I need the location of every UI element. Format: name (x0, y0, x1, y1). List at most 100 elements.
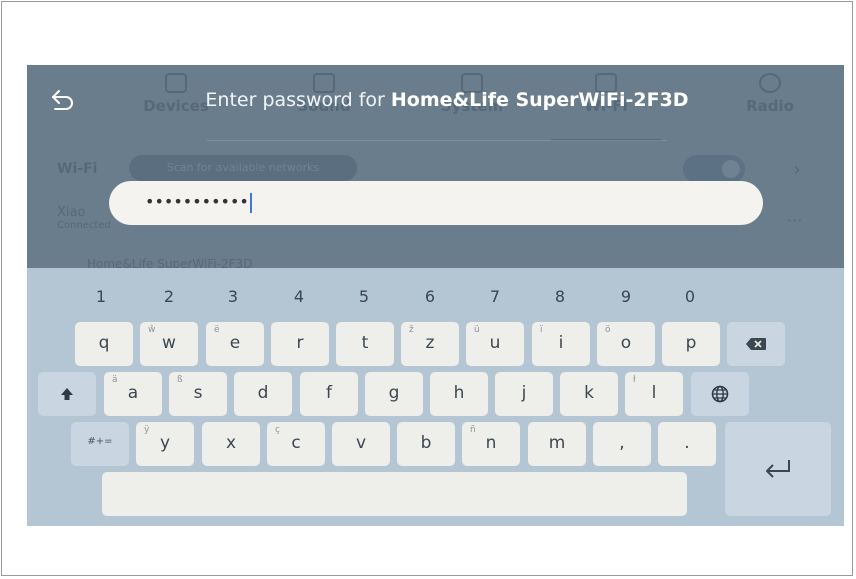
key-h[interactable]: h (430, 372, 488, 416)
backspace-icon (746, 338, 766, 350)
key-x[interactable]: x (202, 422, 260, 466)
key-label: f (326, 383, 332, 403)
key-label: m (548, 433, 566, 453)
number-5[interactable]: 5 (349, 287, 379, 306)
key-label: j (521, 383, 527, 403)
password-dots: ••••••••••• (145, 192, 249, 211)
number-7[interactable]: 7 (480, 287, 510, 306)
key-o[interactable]: öo (597, 322, 655, 366)
title-divider (207, 140, 667, 141)
text-caret (249, 192, 252, 213)
key-e[interactable]: ëe (206, 322, 264, 366)
key-label: o (620, 333, 632, 353)
key-i[interactable]: ïi (532, 322, 590, 366)
space-key[interactable] (102, 472, 687, 516)
title-prefix: Enter password for (205, 89, 391, 111)
network-status: Connected (57, 220, 111, 231)
key-label: l (651, 383, 657, 403)
key-label: n (485, 433, 497, 453)
number-0[interactable]: 0 (675, 287, 705, 306)
chevron-right-icon: › (793, 157, 801, 181)
key-r[interactable]: r (271, 322, 329, 366)
key-s[interactable]: ßs (169, 372, 227, 416)
key-label: q (98, 333, 110, 353)
scan-networks-button: Scan for available networks (129, 155, 357, 181)
globe-icon (711, 385, 729, 403)
number-2[interactable]: 2 (154, 287, 184, 306)
key-v[interactable]: v (332, 422, 390, 466)
shift-arrow-icon (61, 388, 73, 400)
key-label: e (229, 333, 241, 353)
key-c[interactable]: çc (267, 422, 325, 466)
key-label: h (453, 383, 465, 403)
key-label: y (159, 433, 171, 453)
password-value: ••••••••••• (145, 192, 252, 213)
key-u[interactable]: üu (466, 322, 524, 366)
number-3[interactable]: 3 (218, 287, 248, 306)
key-y[interactable]: ÿy (136, 422, 194, 466)
title-network: Home&Life SuperWiFi-2F3D (390, 89, 689, 111)
key-label: i (558, 333, 564, 353)
enter-key[interactable] (725, 422, 831, 516)
key-label: g (388, 383, 400, 403)
key-label: s (193, 383, 203, 403)
symbols-key-label: #+= (87, 436, 113, 447)
number-8[interactable]: 8 (545, 287, 575, 306)
key-label: d (257, 383, 269, 403)
language-key[interactable] (691, 372, 749, 416)
key-m[interactable]: m (528, 422, 586, 466)
key-l[interactable]: łl (625, 372, 683, 416)
connected-network: Xiao Connected (57, 205, 111, 231)
key-label: w (162, 333, 176, 353)
key-label: v (355, 433, 367, 453)
key-label: c (291, 433, 301, 453)
on-screen-keyboard: 1 2 3 4 5 6 7 8 9 0 q ŵwëe r t žzüuïiöo p äaßs d f g h j k łl ÿ… (27, 268, 844, 526)
key-label: u (489, 333, 501, 353)
key-comma[interactable]: , (593, 422, 651, 466)
number-1[interactable]: 1 (86, 287, 116, 306)
password-input[interactable]: ••••••••••• (109, 181, 763, 225)
device-screen: Devices Sound System Wi-Fi Radio Wi-Fi S… (27, 65, 844, 526)
key-k[interactable]: k (560, 372, 618, 416)
key-label: , (619, 433, 625, 453)
key-label: x (225, 433, 237, 453)
radio-icon (759, 73, 781, 93)
number-4[interactable]: 4 (284, 287, 314, 306)
tab-radio: Radio (715, 73, 825, 115)
key-g[interactable]: g (365, 372, 423, 416)
wifi-label: Wi-Fi (57, 161, 98, 177)
key-label: t (361, 333, 369, 353)
key-p[interactable]: p (662, 322, 720, 366)
key-j[interactable]: j (495, 372, 553, 416)
shift-key[interactable] (38, 372, 96, 416)
symbols-key[interactable]: #+= (71, 422, 129, 466)
key-w[interactable]: ŵw (140, 322, 198, 366)
key-a[interactable]: äa (104, 372, 162, 416)
key-label: a (127, 383, 139, 403)
network-name: Xiao (57, 205, 86, 220)
key-label: r (296, 333, 304, 353)
key-label: k (584, 383, 594, 403)
key-q[interactable]: q (75, 322, 133, 366)
back-button[interactable] (49, 87, 79, 117)
key-t[interactable]: t (336, 322, 394, 366)
key-label: p (685, 333, 697, 353)
key-n[interactable]: ñn (462, 422, 520, 466)
backspace-key[interactable] (727, 322, 785, 366)
more-icon: ··· (787, 211, 803, 230)
dialog-title: Enter password for Home&Life SuperWiFi-2… (167, 89, 727, 111)
number-6[interactable]: 6 (415, 287, 445, 306)
key-b[interactable]: b (397, 422, 455, 466)
key-label: b (420, 433, 432, 453)
key-z[interactable]: žz (401, 322, 459, 366)
key-d[interactable]: d (234, 372, 292, 416)
key-label: z (425, 333, 435, 353)
back-arrow-icon (52, 90, 73, 110)
tab-radio-label: Radio (746, 97, 794, 115)
return-icon (766, 460, 790, 478)
key-label: . (684, 433, 690, 453)
key-f[interactable]: f (300, 372, 358, 416)
wifi-toggle (683, 155, 745, 183)
key-period[interactable]: . (658, 422, 716, 466)
number-9[interactable]: 9 (611, 287, 641, 306)
